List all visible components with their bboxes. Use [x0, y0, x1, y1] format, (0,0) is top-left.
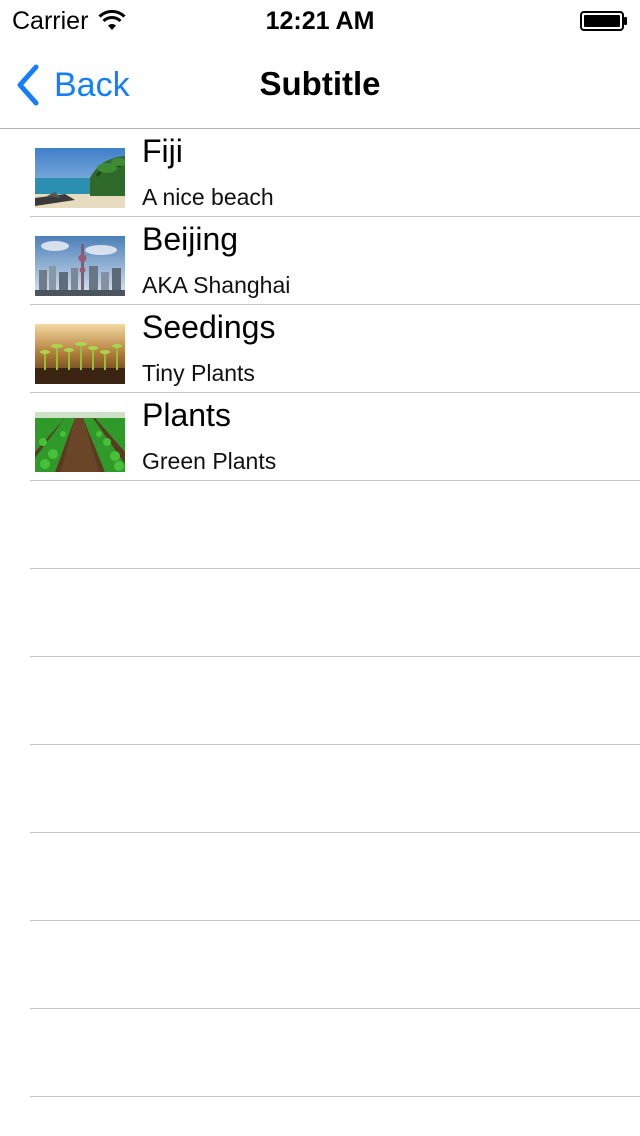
row-title: Seedings — [142, 309, 276, 345]
page-title: Subtitle — [259, 65, 381, 102]
table-view[interactable]: Fiji A nice beach Beijing AKA Shanghai S… — [0, 129, 640, 1097]
battery-icon — [580, 11, 627, 31]
row-title: Fiji — [142, 133, 183, 169]
table-row[interactable]: Seedings Tiny Plants — [30, 305, 640, 393]
row-subtitle: AKA Shanghai — [142, 272, 291, 298]
empty-row — [30, 1009, 640, 1097]
city-skyline-photo — [35, 236, 125, 296]
status-bar: Carrier 12:21 AM — [0, 0, 640, 40]
empty-row — [30, 833, 640, 921]
table-row[interactable]: Fiji A nice beach — [30, 129, 640, 217]
clock-label: 12:21 AM — [265, 7, 375, 35]
row-title: Plants — [142, 397, 231, 433]
crop-field-photo — [35, 412, 125, 472]
empty-row — [30, 481, 640, 569]
row-subtitle: Green Plants — [142, 448, 277, 474]
empty-row — [30, 569, 640, 657]
empty-row — [30, 745, 640, 833]
screen: Carrier 12:21 AM Back Subtitle Fiji A ni… — [0, 0, 640, 1136]
empty-row — [30, 657, 640, 745]
table-row[interactable]: Beijing AKA Shanghai — [30, 217, 640, 305]
empty-row — [30, 921, 640, 1009]
beach-photo — [35, 148, 125, 208]
row-title: Beijing — [142, 221, 239, 257]
table-row[interactable]: Plants Green Plants — [30, 393, 640, 481]
navigation-bar: Back Subtitle — [0, 40, 640, 129]
row-subtitle: A nice beach — [142, 184, 274, 210]
row-subtitle: Tiny Plants — [142, 360, 255, 386]
seedlings-photo — [35, 324, 125, 384]
